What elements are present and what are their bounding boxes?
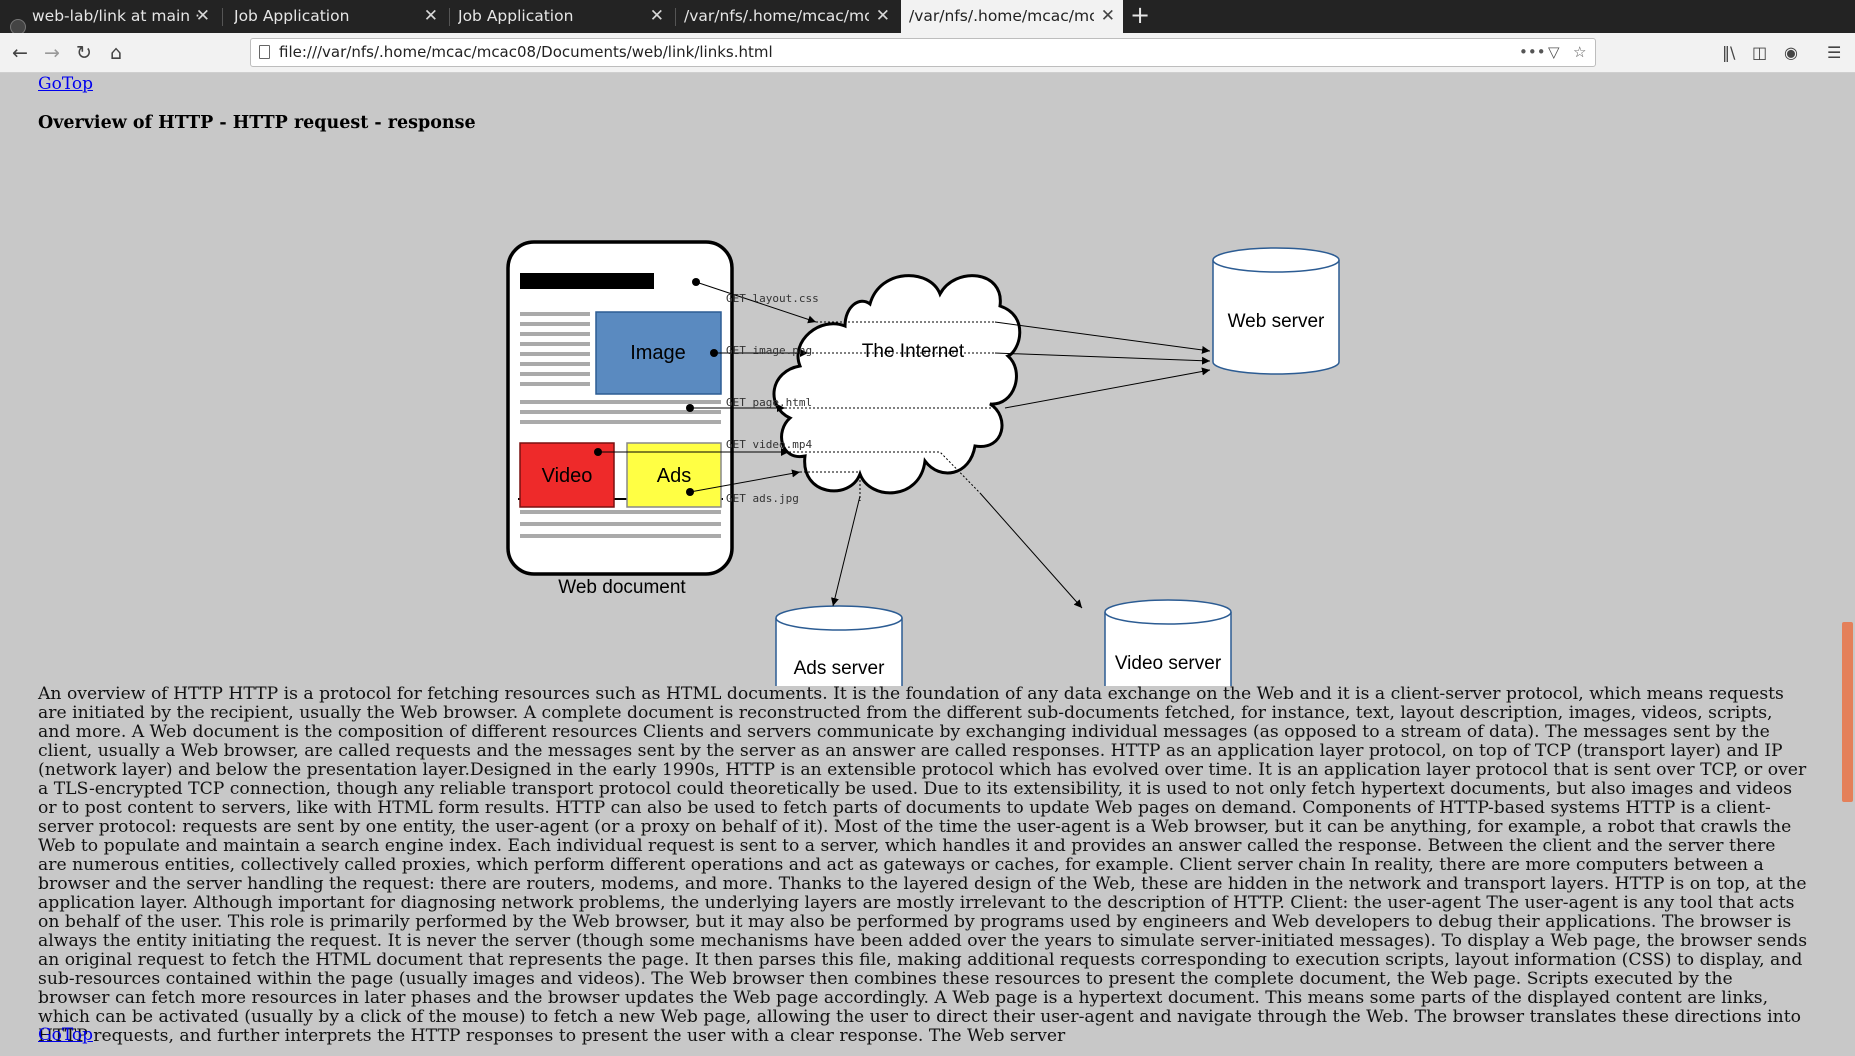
page-content: GoTop Overview of HTTP - HTTP request - … — [0, 74, 1840, 1056]
library-icon[interactable]: ‖\ — [1722, 39, 1735, 67]
arrow-to-ads-server — [831, 495, 861, 607]
request-label-layout: GET layout.css — [726, 292, 819, 305]
tab-separator — [222, 8, 223, 26]
tab-label: /var/nfs/.home/mcac/mcac — [909, 7, 1094, 25]
video-block-label: Video — [542, 465, 593, 487]
request-label-image: GET image.png — [726, 344, 812, 357]
pocket-icon[interactable]: ▽ — [1548, 39, 1560, 66]
github-icon — [10, 19, 26, 33]
web-server-label: Web server — [1228, 311, 1325, 332]
request-label-page: GET page.html — [726, 396, 812, 409]
tab-strip: web-lab/link at main · ad ✕ Job Applicat… — [0, 0, 1855, 33]
tab-label: Job Application — [458, 7, 574, 25]
tab-job-application-1[interactable]: Job Application ✕ — [224, 0, 446, 33]
ads-server-label: Ads server — [794, 658, 885, 679]
tab-local-file-2[interactable]: /var/nfs/.home/mcac/mcac ✕ — [901, 0, 1123, 33]
page-icon — [259, 45, 270, 59]
close-icon[interactable]: ✕ — [876, 0, 890, 33]
internet-cloud — [772, 274, 1022, 495]
image-block-label: Image — [630, 342, 686, 364]
gotop-link-bottom[interactable]: GoTop — [38, 1025, 93, 1045]
tab-local-file-1[interactable]: /var/nfs/.home/mcac/mcac ✕ — [676, 0, 898, 33]
ads-block-label: Ads — [657, 465, 691, 487]
section-heading: Overview of HTTP - HTTP request - respon… — [38, 113, 476, 133]
arrow-to-video-server — [979, 492, 1083, 609]
sidebar-icon[interactable]: ◫ — [1752, 39, 1767, 67]
tab-web-lab[interactable]: web-lab/link at main · ad ✕ — [0, 0, 218, 33]
tab-label: /var/nfs/.home/mcac/mcac — [684, 7, 869, 25]
back-icon[interactable]: ← — [6, 39, 34, 67]
arrow-to-web-server-1 — [994, 321, 1211, 354]
tab-label: Job Application — [234, 7, 350, 25]
internet-label: The Internet — [862, 341, 965, 362]
close-icon[interactable]: ✕ — [196, 0, 210, 33]
scrollbar-thumb[interactable] — [1842, 622, 1853, 802]
close-icon[interactable]: ✕ — [650, 0, 664, 33]
arrow-to-web-server-2 — [994, 352, 1211, 365]
gotop-link-top[interactable]: GoTop — [38, 74, 93, 94]
page-actions-icon[interactable]: ••• — [1519, 39, 1546, 66]
navigation-bar: ← → ↻ ⌂ file:///var/nfs/.home/mcac/mcac0… — [0, 33, 1855, 73]
tab-job-application-2[interactable]: Job Application ✕ — [450, 0, 672, 33]
http-overview-diagram: Image Video Ads Web document The Interne… — [506, 240, 1340, 686]
address-bar[interactable]: file:///var/nfs/.home/mcac/mcac08/Docume… — [250, 38, 1596, 67]
url-text[interactable]: file:///var/nfs/.home/mcac/mcac08/Docume… — [279, 39, 773, 66]
bookmark-star-icon[interactable]: ☆ — [1573, 39, 1586, 66]
home-icon[interactable]: ⌂ — [102, 39, 130, 67]
forward-icon[interactable]: → — [38, 39, 66, 67]
menu-icon[interactable]: ☰ — [1827, 39, 1841, 67]
request-label-video: GET video.mp4 — [726, 438, 812, 451]
video-server-label: Video server — [1115, 653, 1222, 674]
request-label-ads: GET ads.jpg — [726, 492, 799, 505]
close-icon[interactable]: ✕ — [424, 0, 438, 33]
reload-icon[interactable]: ↻ — [70, 39, 98, 67]
tab-label: web-lab/link at main · ad — [32, 7, 202, 25]
account-icon[interactable]: ◉ — [1784, 39, 1798, 67]
arrow-to-web-server-3 — [1004, 367, 1211, 409]
vertical-scrollbar[interactable] — [1840, 74, 1855, 1056]
web-document-label: Web document — [558, 577, 686, 598]
document-header-bar — [520, 273, 654, 289]
new-tab-icon[interactable]: + — [1130, 0, 1150, 31]
http-overview-paragraph: An overview of HTTP HTTP is a protocol f… — [38, 684, 1808, 1046]
close-icon[interactable]: ✕ — [1101, 0, 1115, 33]
